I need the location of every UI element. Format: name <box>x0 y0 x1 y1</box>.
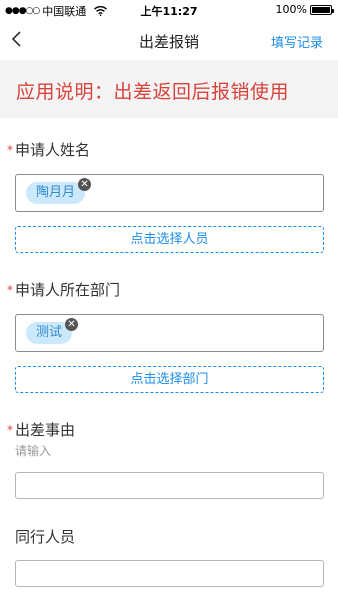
select-person-button[interactable]: 点击选择人员 <box>15 226 324 253</box>
trip-reason-hint: 请输入 <box>15 444 52 458</box>
status-bar: ●●●○○ 中国联通 上午11:27 100% <box>0 0 338 20</box>
select-department-button[interactable]: 点击选择部门 <box>15 366 324 393</box>
battery-percent: 100% <box>275 3 307 16</box>
applicant-tag-text: 陶月月 <box>36 185 76 200</box>
department-tag: 测试 ✕ <box>26 318 79 344</box>
status-right: 100% <box>275 3 334 16</box>
companions-label: 同行人员 <box>15 528 76 546</box>
department-field[interactable]: 测试 ✕ <box>15 314 324 352</box>
remove-department-icon[interactable]: ✕ <box>65 318 79 331</box>
remove-applicant-icon[interactable]: ✕ <box>78 178 92 191</box>
applicant-name-label: 申请人姓名 <box>15 141 91 159</box>
nav-bar: 出差报销 填写记录 <box>0 20 338 60</box>
fill-record-link[interactable]: 填写记录 <box>271 32 323 51</box>
notice-text: 应用说明：出差返回后报销使用 <box>16 81 290 103</box>
notice-banner: 应用说明：出差返回后报销使用 <box>0 60 338 118</box>
required-mark: * <box>7 283 13 297</box>
applicant-tag: 陶月月 ✕ <box>26 178 92 204</box>
required-mark: * <box>7 423 13 437</box>
battery-icon <box>310 4 334 15</box>
screen: ●●●○○ 中国联通 上午11:27 100% 出差报销 填写记录 应用说明：出… <box>0 0 338 600</box>
companions-input[interactable] <box>15 560 324 587</box>
applicant-name-field[interactable]: 陶月月 ✕ <box>15 174 324 212</box>
trip-reason-label: 出差事由 <box>15 421 76 439</box>
trip-reason-input[interactable] <box>15 472 324 499</box>
department-label: 申请人所在部门 <box>15 281 121 299</box>
required-mark: * <box>7 143 13 157</box>
department-tag-text: 测试 <box>36 325 63 340</box>
